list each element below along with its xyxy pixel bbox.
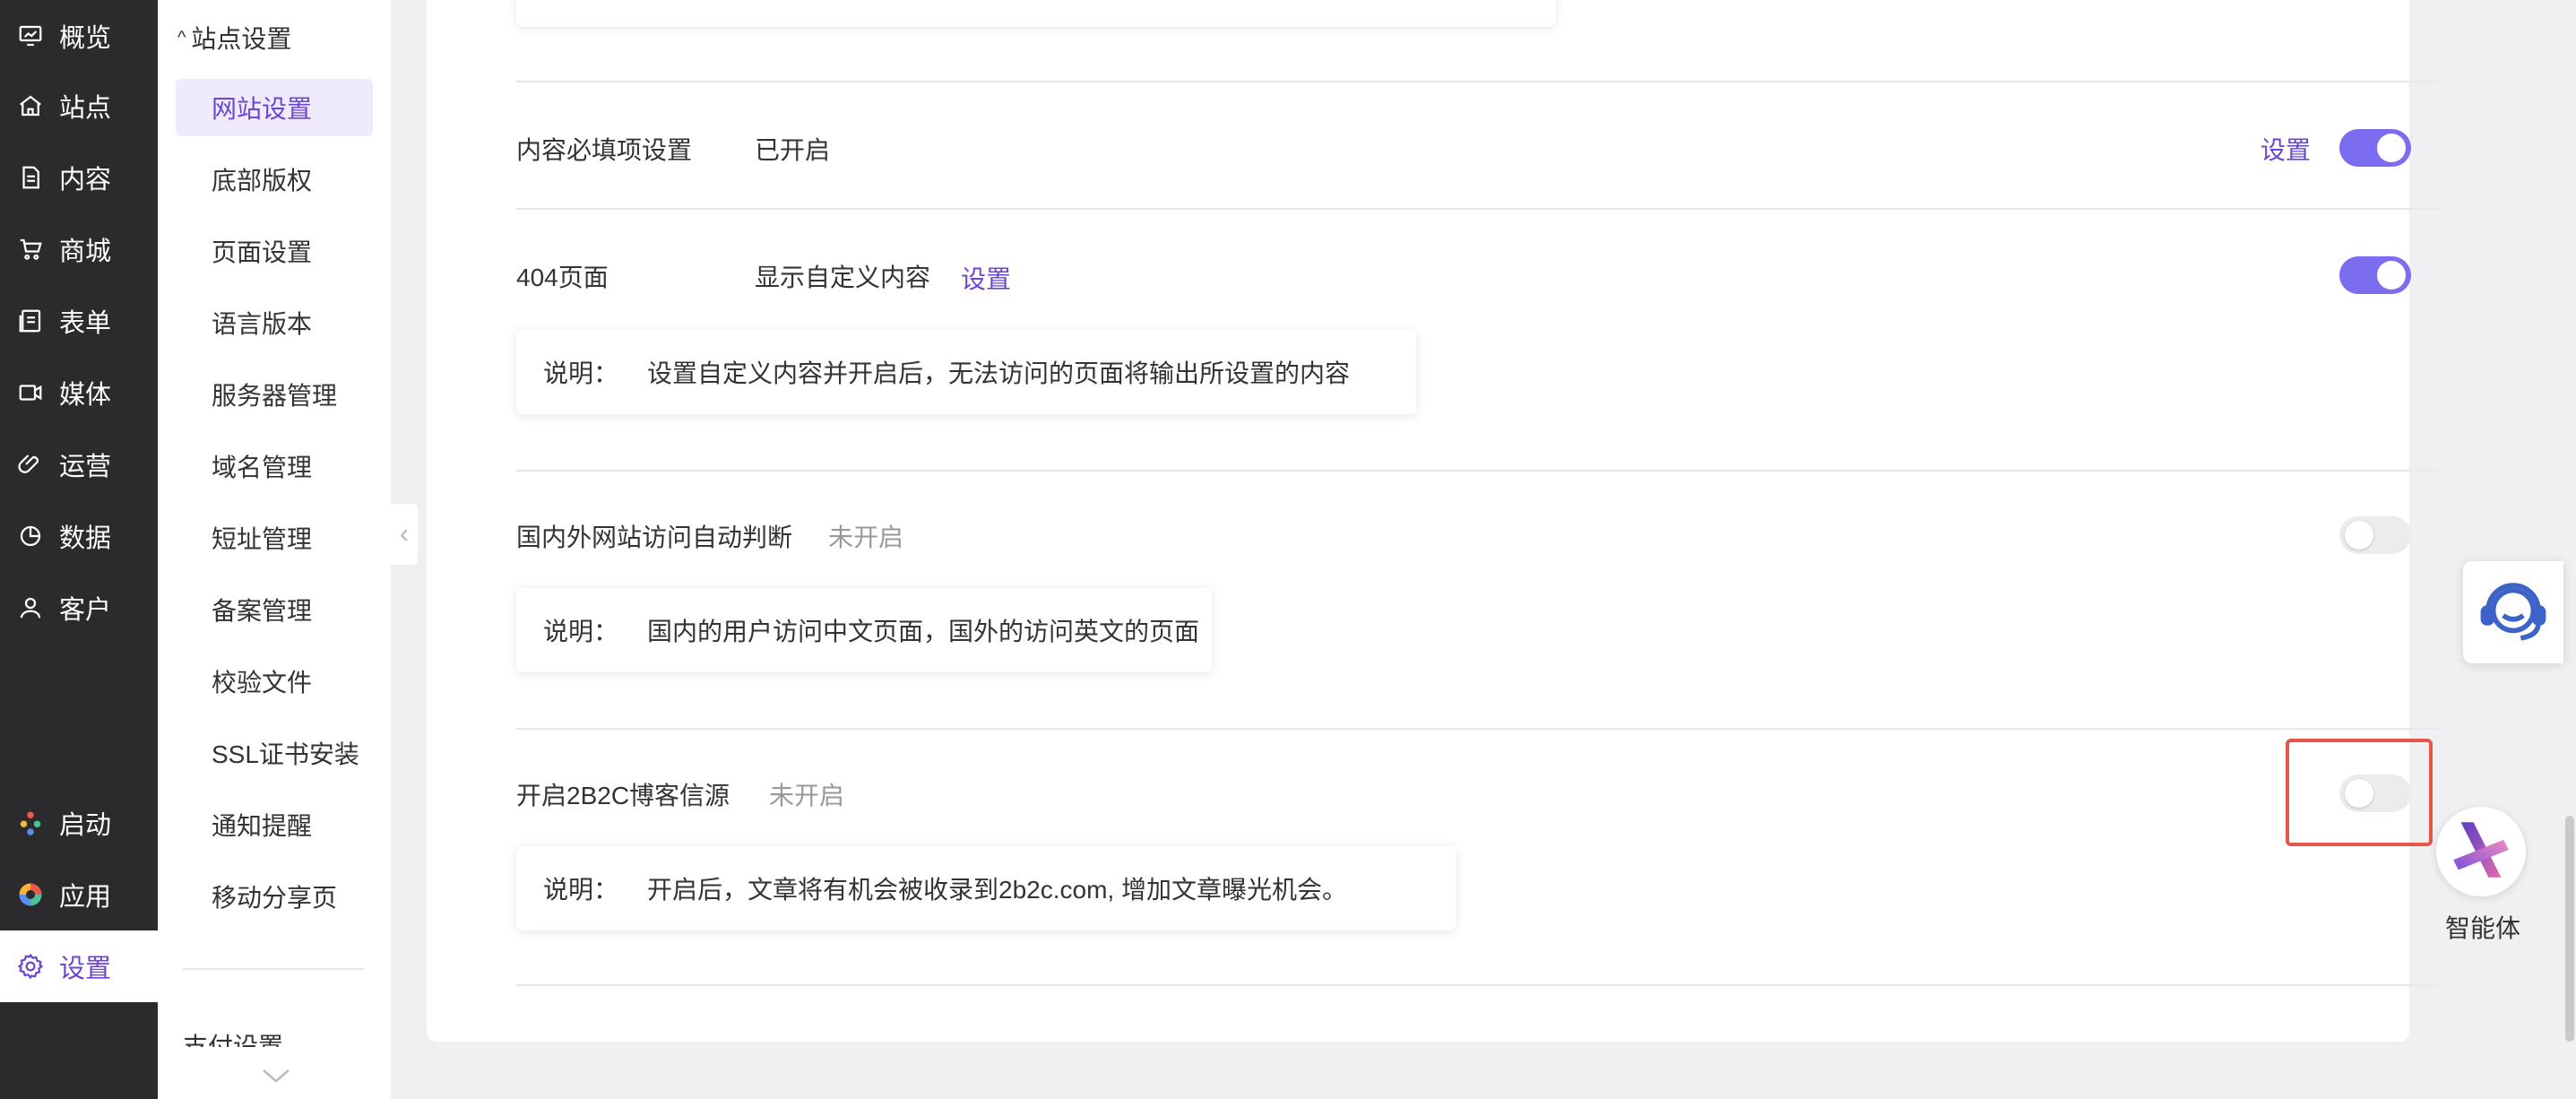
nav-label: 运营: [59, 453, 112, 481]
nav-label: 站点: [59, 94, 112, 123]
launch-icon: [16, 809, 45, 837]
nav-label: 媒体: [59, 381, 112, 410]
setting-status-404-page: 显示自定义内容: [755, 264, 931, 291]
divider: [516, 984, 2438, 986]
submenu-item-ssl[interactable]: SSL证书安装: [176, 724, 373, 782]
setting-label-required-fields: 内容必填项设置: [516, 136, 693, 164]
scrollbar-thumb[interactable]: [2565, 816, 2574, 1042]
nav-data[interactable]: 数据: [0, 500, 158, 572]
paperclip-icon: [16, 450, 45, 479]
customer-support-button[interactable]: [2463, 561, 2563, 663]
user-icon: [16, 593, 45, 622]
divider: [516, 81, 2438, 82]
desc-label: 说明：: [543, 618, 619, 645]
chevron-left-icon: ‹: [400, 519, 409, 549]
nav-operations[interactable]: 运营: [0, 428, 158, 500]
setting-status-required-fields: 已开启: [755, 136, 831, 164]
divider: [516, 728, 2438, 730]
submenu-group-payment[interactable]: 支付设置: [183, 1027, 283, 1047]
settings-panel: 内容必填项设置 已开启 设置 404页面 显示自定义内容 设置 说明： 设置自定…: [427, 0, 2438, 1042]
nav-label: 商城: [59, 238, 112, 266]
divider: [516, 470, 2438, 472]
submenu-item-server[interactable]: 服务器管理: [176, 366, 373, 423]
home-icon: [16, 91, 45, 120]
setting-label-2b2c-blog-source: 开启2B2C博客信源: [516, 782, 730, 809]
submenu-item-verify-file[interactable]: 校验文件: [176, 653, 373, 710]
previous-desc-card: [516, 0, 1556, 27]
submenu-group-site-settings[interactable]: ^ 站点设置: [177, 20, 291, 56]
desc-text: 国内的用户访问中文页面，国外的访问英文的页面: [647, 618, 1200, 645]
nav-label: 应用: [59, 883, 112, 912]
nav-content[interactable]: 内容: [0, 142, 158, 213]
nav-apps[interactable]: 应用: [0, 859, 158, 930]
ai-agent-label: 智能体: [2444, 914, 2520, 942]
404-page-toggle[interactable]: [2339, 256, 2411, 294]
nav-customers[interactable]: 客户: [0, 572, 158, 644]
setting-label-geo-redirect: 国内外网站访问自动判断: [516, 524, 793, 551]
nav-media[interactable]: 媒体: [0, 357, 158, 428]
nav-forms[interactable]: 表单: [0, 285, 158, 357]
nav-label: 客户: [59, 596, 112, 625]
submenu-group-label: 站点设置: [191, 25, 292, 53]
video-icon: [16, 378, 45, 407]
nav-overview[interactable]: 概览: [0, 0, 158, 72]
submenu-item-website-settings[interactable]: 网站设置: [176, 79, 373, 136]
nav-launch[interactable]: 启动: [0, 787, 158, 859]
submenu-item-footer-copyright[interactable]: 底部版权: [176, 151, 373, 208]
submenu-item-mobile-share[interactable]: 移动分享页: [176, 868, 373, 925]
nav-label: 概览: [59, 24, 112, 53]
nav-label: 设置: [59, 955, 112, 983]
toggle-knob: [2377, 261, 2406, 290]
nav-label: 内容: [59, 166, 112, 195]
ai-agent-button[interactable]: [2436, 807, 2526, 896]
desc-label: 说明：: [543, 876, 619, 904]
nav-settings[interactable]: 设置: [0, 930, 158, 1002]
chevron-down-icon[interactable]: [258, 1063, 294, 1088]
main-nav-rail: 概览 站点 内容 商城 表单 媒体 运营 数据 客户 启动 应用 设置: [0, 0, 158, 1099]
required-fields-settings-link[interactable]: 设置: [2260, 131, 2311, 167]
required-fields-toggle[interactable]: [2339, 129, 2411, 167]
apps-icon: [16, 880, 45, 909]
nav-label: 数据: [59, 524, 112, 553]
submenu-item-page-settings[interactable]: 页面设置: [176, 222, 373, 280]
geo-redirect-toggle[interactable]: [2339, 516, 2411, 554]
pie-chart-icon: [16, 522, 45, 550]
divider: [516, 208, 2438, 210]
submenu-group2-label: 支付设置: [183, 1033, 284, 1047]
2b2c-blog-source-description: 说明： 开启后，文章将有机会被收录到2b2c.com, 增加文章曝光机会。: [516, 846, 1456, 930]
setting-status-2b2c-blog-source: 未开启: [769, 782, 845, 809]
agent-logo-icon: [2443, 812, 2519, 892]
toggle-knob: [2345, 521, 2373, 550]
submenu-item-notifications[interactable]: 通知提醒: [176, 796, 373, 853]
cart-icon: [16, 235, 45, 264]
toggle-knob: [2377, 134, 2406, 162]
nav-label: 表单: [59, 309, 112, 338]
gear-icon: [16, 952, 45, 981]
desc-text: 设置自定义内容并开启后，无法访问的页面将输出所设置的内容: [647, 359, 1351, 387]
headset-icon: [2476, 573, 2551, 653]
nav-label: 启动: [59, 811, 112, 840]
submenu-item-language[interactable]: 语言版本: [176, 294, 373, 351]
submenu-item-short-url[interactable]: 短址管理: [176, 509, 373, 567]
submenu-item-icp[interactable]: 备案管理: [176, 581, 373, 638]
desc-text: 开启后，文章将有机会被收录到2b2c.com, 增加文章曝光机会。: [647, 876, 1347, 904]
setting-label-404-page: 404页面: [516, 264, 609, 291]
desc-label: 说明：: [543, 359, 619, 387]
submenu-divider: [183, 968, 364, 970]
setting-status-geo-redirect: 未开启: [828, 524, 904, 551]
404-page-settings-link[interactable]: 设置: [961, 260, 1011, 296]
collapse-submenu-button[interactable]: ‹: [391, 504, 418, 565]
nav-shop[interactable]: 商城: [0, 213, 158, 285]
document-icon: [16, 163, 45, 192]
geo-redirect-description: 说明： 国内的用户访问中文页面，国外的访问英文的页面: [516, 588, 1212, 672]
chevron-up-icon: ^: [177, 27, 186, 48]
overview-icon: [16, 22, 45, 50]
settings-submenu: ^ 站点设置 网站设置 底部版权 页面设置 语言版本 服务器管理 域名管理 短址…: [158, 0, 391, 1099]
404-page-description: 说明： 设置自定义内容并开启后，无法访问的页面将输出所设置的内容: [516, 330, 1416, 414]
highlight-box: [2286, 739, 2433, 846]
submenu-item-domain[interactable]: 域名管理: [176, 437, 373, 495]
nav-site[interactable]: 站点: [0, 70, 158, 142]
form-icon: [16, 307, 45, 335]
